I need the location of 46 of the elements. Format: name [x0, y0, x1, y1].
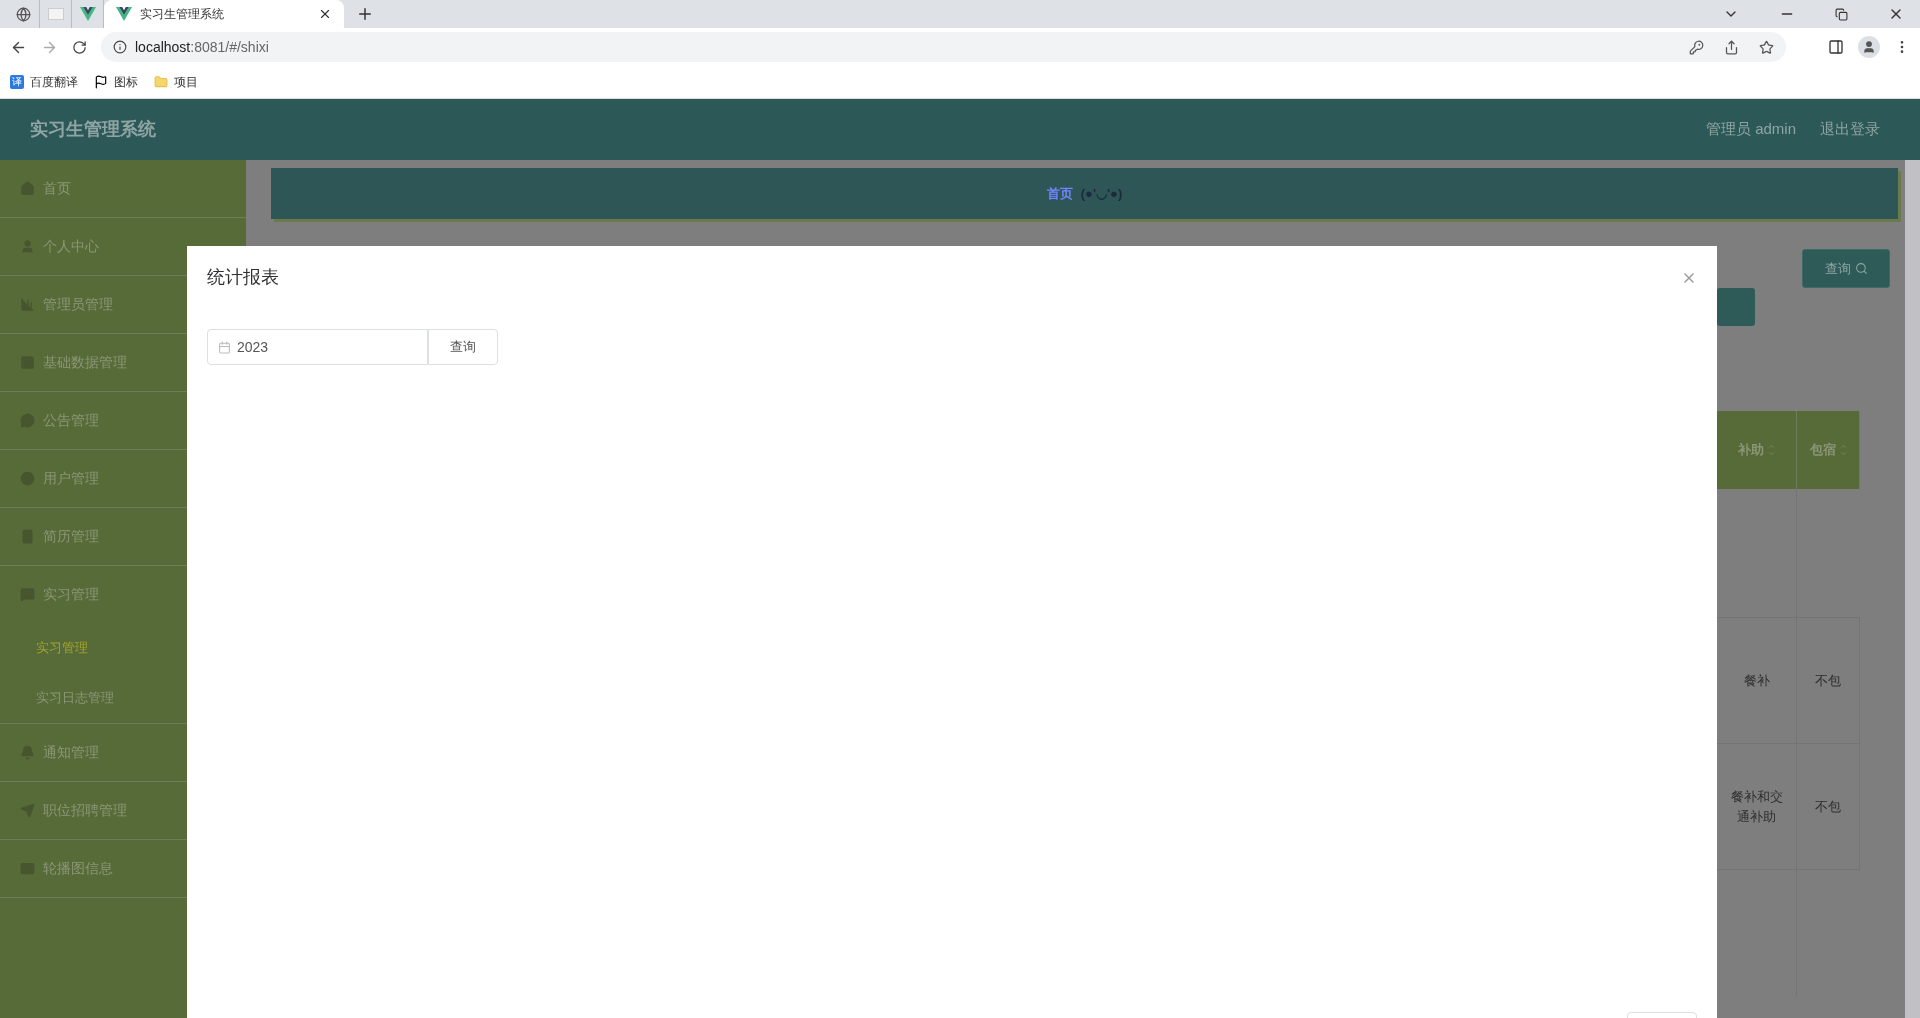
app-title: 实习生管理系统 — [30, 118, 156, 141]
star-icon[interactable] — [1759, 39, 1774, 55]
folder-icon — [154, 75, 168, 89]
calendar-icon — [218, 340, 231, 354]
menu-item[interactable]: 简历管理 — [0, 508, 246, 565]
menu-item[interactable]: 首页 — [0, 160, 246, 217]
address-bar[interactable]: localhost:8081/#/shixi — [101, 32, 1786, 62]
search-icon — [1854, 262, 1868, 275]
bookmark-link[interactable]: 项目 — [174, 73, 198, 91]
query-button[interactable]: 查询 — [428, 329, 498, 365]
flag-icon — [94, 75, 108, 89]
breadcrumb-link[interactable]: 首页 — [1046, 183, 1073, 204]
column-header[interactable]: 补助 — [1717, 411, 1797, 489]
restore-icon[interactable] — [1835, 7, 1848, 21]
search-button[interactable]: 查询 — [1802, 249, 1890, 288]
translate-icon: 译 — [10, 75, 24, 89]
logout-link[interactable]: 退出登录 — [1820, 118, 1880, 141]
side-panel-icon[interactable] — [1828, 39, 1844, 55]
table-cell: 不包 — [1797, 618, 1860, 743]
user-label: 管理员 admin — [1705, 119, 1796, 140]
reload-icon[interactable] — [72, 39, 87, 55]
menu-item[interactable]: 通知管理 — [0, 724, 246, 781]
share-icon[interactable] — [1724, 39, 1739, 55]
key-icon[interactable] — [1689, 39, 1704, 55]
info-icon — [113, 40, 127, 54]
v-logo-icon — [116, 7, 132, 21]
new-tab-icon[interactable] — [356, 5, 374, 23]
column-header[interactable]: 包宿 — [1797, 411, 1860, 489]
bookmark-link[interactable]: 百度翻译 — [30, 73, 78, 91]
menu-item[interactable]: 轮播图信息 — [0, 840, 246, 897]
profile-icon[interactable] — [1858, 36, 1880, 58]
page-icon — [47, 8, 64, 20]
year-field[interactable]: 2023 — [207, 329, 428, 365]
url-text: localhost:8081/#/shixi — [135, 37, 269, 57]
table-cell: 不包 — [1797, 744, 1860, 869]
breadcrumb-text: (●'◡'●) — [1080, 184, 1123, 203]
bookmark-link[interactable]: 图标 — [114, 73, 138, 91]
close-icon[interactable] — [318, 7, 332, 21]
v-logo-icon — [79, 7, 96, 21]
menu-item[interactable]: 公告管理 — [0, 392, 246, 449]
globe-icon — [16, 6, 31, 22]
menu-item[interactable]: 职位招聘管理 — [0, 782, 246, 839]
tab-title: 实习生管理系统 — [140, 6, 225, 23]
menu-item[interactable]: 用户管理 — [0, 450, 246, 507]
browser-tab[interactable]: 实习生管理系统 — [104, 0, 344, 28]
scrollbar[interactable] — [1905, 160, 1920, 1018]
